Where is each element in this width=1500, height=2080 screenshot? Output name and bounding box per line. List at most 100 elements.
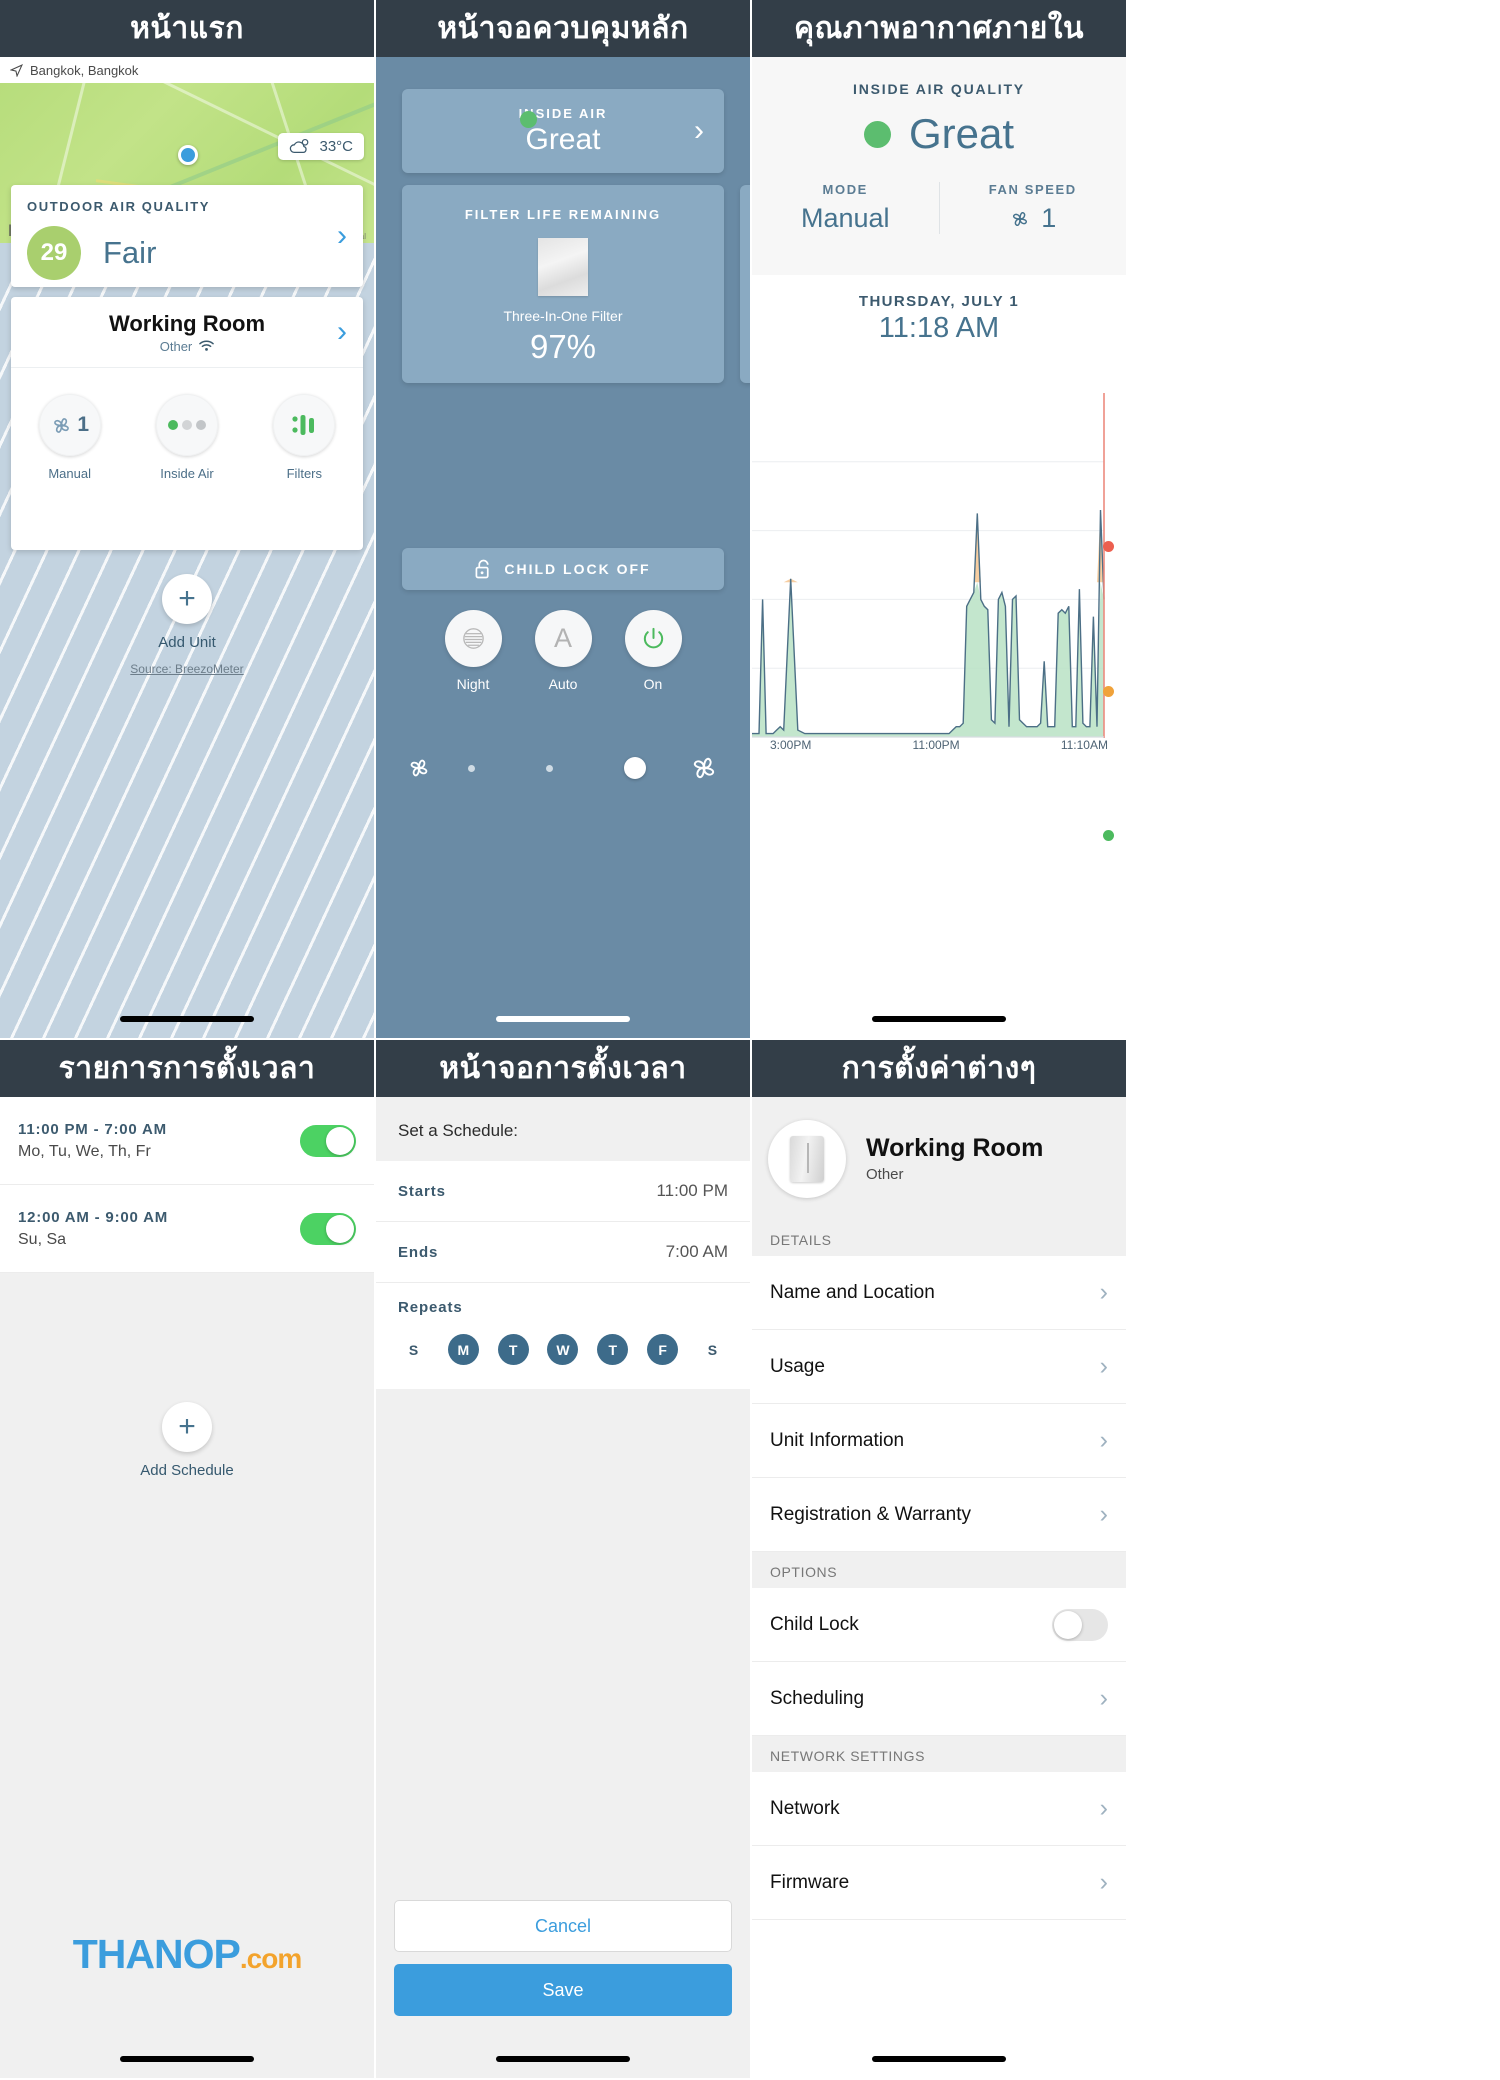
- schedule-edit-actions: Cancel Save: [394, 1900, 732, 2016]
- fan-speed-value: 1: [77, 413, 89, 436]
- inside-air-card[interactable]: INSIDE AIR Great ›: [402, 89, 724, 173]
- child-lock-button[interactable]: CHILD LOCK OFF: [402, 548, 724, 590]
- inside-aq-row: Great: [752, 110, 1126, 158]
- settings-section-header-network: NETWORK SETTINGS: [752, 1736, 1126, 1772]
- chart-x-axis: 3:00PM 11:00PM 11:10AM: [752, 738, 1126, 752]
- save-button[interactable]: Save: [394, 1964, 732, 2016]
- unit-header[interactable]: Working Room Other ›: [11, 297, 363, 368]
- fan-speed-slider[interactable]: [376, 752, 750, 784]
- add-unit-button[interactable]: + Add Unit: [0, 574, 374, 651]
- starts-value: 11:00 PM: [656, 1181, 728, 1200]
- control-mode-auto[interactable]: A Auto: [534, 610, 592, 692]
- wifi-icon: [199, 340, 215, 351]
- day-toggle-fri[interactable]: F: [647, 1334, 679, 1365]
- unlock-icon: [475, 559, 489, 579]
- day-toggle-sat[interactable]: S: [697, 1334, 728, 1365]
- settings-device-header[interactable]: Working Room Other: [752, 1097, 1126, 1220]
- settings-row-usage[interactable]: Usage ›: [752, 1330, 1126, 1404]
- chart-plot[interactable]: [752, 393, 1126, 841]
- child-lock-toggle[interactable]: [1052, 1608, 1108, 1641]
- status-dot-grey: [195, 420, 206, 430]
- settings-row-registration-warranty[interactable]: Registration & Warranty ›: [752, 1478, 1126, 1552]
- x-tick: 11:00PM: [912, 738, 960, 752]
- legend-dot-orange: [1103, 685, 1114, 697]
- schedule-toggle[interactable]: [300, 1124, 356, 1157]
- filter-card-next[interactable]: [740, 185, 750, 383]
- aqi-legend-dots: [1103, 541, 1114, 841]
- filter-kicker: FILTER LIFE REMAINING: [464, 207, 662, 222]
- day-toggle-wed[interactable]: W: [547, 1334, 579, 1365]
- location-arrow-icon: [10, 63, 23, 77]
- air-purifier-icon: [790, 1135, 824, 1182]
- fan-speed-value-row: 1: [940, 203, 1127, 234]
- schedule-item-text: 12:00 AM - 9:00 AM Su, Sa: [18, 1209, 168, 1249]
- chevron-right-icon: ›: [1099, 1426, 1108, 1454]
- cancel-button[interactable]: Cancel: [394, 1900, 732, 1952]
- fan-icon: [54, 417, 70, 433]
- day-toggle-mon[interactable]: M: [447, 1334, 479, 1365]
- outdoor-air-quality-card[interactable]: OUTDOOR AIR QUALITY 29 Fair ›: [11, 185, 363, 287]
- chevron-right-icon: ›: [1099, 1684, 1108, 1712]
- settings-row-network[interactable]: Network ›: [752, 1772, 1126, 1846]
- home-indicator: [496, 1016, 630, 1022]
- schedule-toggle[interactable]: [300, 1212, 356, 1245]
- mode-manual[interactable]: 1 Manual: [24, 394, 116, 481]
- slider-track[interactable]: [432, 757, 682, 779]
- schedule-list-item[interactable]: 11:00 PM - 7:00 AM Mo, Tu, We, Th, Fr: [0, 1097, 374, 1185]
- location-bar[interactable]: Bangkok, Bangkok: [0, 57, 374, 83]
- control-mode-on[interactable]: On: [624, 610, 682, 692]
- day-toggle-thu[interactable]: T: [597, 1334, 629, 1365]
- power-icon: [643, 627, 663, 649]
- settings-row-child-lock[interactable]: Child Lock: [752, 1588, 1126, 1662]
- unit-type-label: Other: [159, 338, 193, 354]
- row-label: Child Lock: [770, 1613, 859, 1635]
- filter-life-card[interactable]: FILTER LIFE REMAINING Three-In-One Filte…: [402, 185, 724, 383]
- inside-aq-kicker: INSIDE AIR QUALITY: [853, 81, 1025, 97]
- control-mode-night[interactable]: Night: [444, 610, 502, 692]
- starts-row[interactable]: Starts 11:00 PM: [376, 1161, 750, 1222]
- row-label: Registration & Warranty: [770, 1503, 971, 1525]
- mode-filters[interactable]: Filters: [258, 394, 350, 481]
- add-schedule-button[interactable]: + Add Schedule: [0, 1402, 374, 1479]
- unit-subtitle: Other: [160, 339, 215, 354]
- toggle-knob: [326, 1214, 354, 1243]
- settings-row-unit-information[interactable]: Unit Information ›: [752, 1404, 1126, 1478]
- plus-icon: +: [162, 574, 212, 624]
- fan-speed-column[interactable]: FAN SPEED 1: [938, 182, 1127, 234]
- day-toggle-sun[interactable]: S: [398, 1334, 429, 1365]
- panel-air-quality: คุณภาพอากาศภายใน INSIDE AIR QUALITY Grea…: [752, 0, 1128, 1040]
- fan-icon: [1013, 211, 1028, 226]
- chevron-right-icon: ›: [1099, 1500, 1108, 1528]
- panel-settings: การตั้งค่าต่างๆ Working Room Other DETAI…: [752, 1040, 1128, 2080]
- child-lock-label: CHILD LOCK OFF: [504, 561, 651, 577]
- mode-inside-air[interactable]: Inside Air: [141, 394, 233, 481]
- inside-aq-value: Great: [908, 110, 1015, 157]
- settings-section-header-options: OPTIONS: [752, 1552, 1126, 1588]
- device-name: Working Room: [866, 1134, 1044, 1162]
- ends-row[interactable]: Ends 7:00 AM: [376, 1222, 750, 1283]
- control-mode-on-circle: [624, 610, 682, 667]
- chevron-right-icon: ›: [337, 219, 347, 252]
- air-quality-line-chart: [752, 393, 1105, 738]
- data-source-link[interactable]: Source: BreezoMeter: [0, 662, 374, 676]
- settings-row-scheduling[interactable]: Scheduling ›: [752, 1662, 1126, 1736]
- panel-schedule-edit-body: Set a Schedule: Starts 11:00 PM Ends 7:0…: [376, 1097, 750, 2078]
- mode-column[interactable]: MODE Manual: [752, 182, 939, 234]
- panel-schedule-edit-title: หน้าจอการตั้งเวลา: [376, 1040, 750, 1097]
- legend-dot-red: [1103, 541, 1114, 552]
- schedule-list-item[interactable]: 12:00 AM - 9:00 AM Su, Sa: [0, 1185, 374, 1273]
- aqi-label: Fair: [103, 235, 157, 270]
- home-indicator: [872, 2056, 1006, 2062]
- settings-row-name-location[interactable]: Name and Location ›: [752, 1256, 1126, 1330]
- legend-dot-green: [1103, 830, 1114, 841]
- filter-bars-icon: [292, 415, 315, 435]
- schedule-list-background: 11:00 PM - 7:00 AM Mo, Tu, We, Th, Fr 12…: [0, 1097, 374, 2078]
- chart-area-orange: [752, 510, 1104, 583]
- device-avatar: [768, 1119, 846, 1198]
- unit-card[interactable]: Working Room Other › 1 Manual Inside Air…: [11, 297, 363, 550]
- day-toggle-tue[interactable]: T: [497, 1334, 529, 1365]
- repeats-label: Repeats: [398, 1299, 463, 1316]
- mode-kicker: MODE: [822, 182, 868, 197]
- slider-knob[interactable]: [624, 757, 647, 779]
- settings-row-firmware[interactable]: Firmware ›: [752, 1846, 1126, 1920]
